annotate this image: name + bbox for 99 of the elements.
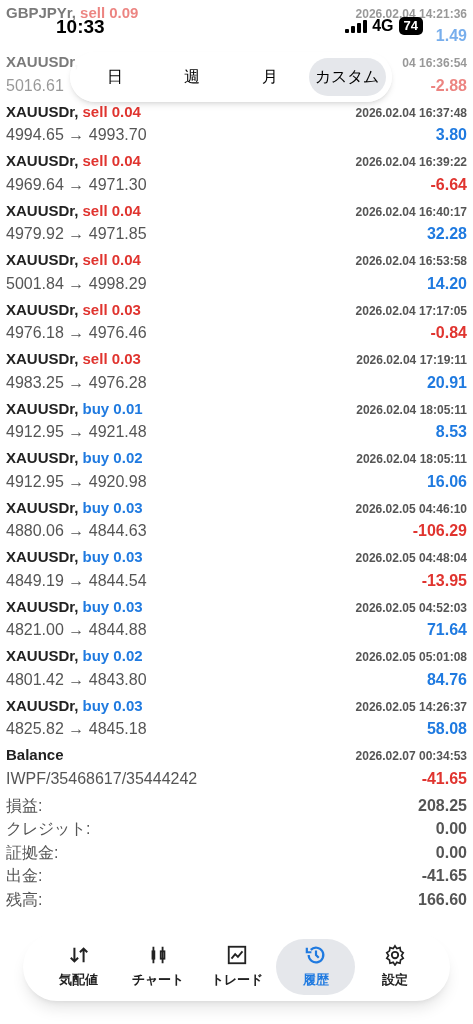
battery-indicator: 74 [398,17,423,35]
price-range: 4912.95 → 4921.48 [6,422,147,442]
symbol-label: XAUUSDr, [6,299,79,320]
order-type-label: buy 0.03 [82,547,143,567]
profit-value: 8.53 [435,422,467,442]
line-chart-icon [225,944,248,967]
price-range: 4849.19 → 4844.54 [6,570,147,591]
order-type-label: buy 0.03 [82,497,143,518]
deal-time: 2026.02.04 16:53:58 [355,253,467,270]
summary-value: 208.25 [418,795,467,816]
profit-value: -41.65 [421,768,467,789]
symbol-label: XAUUSDr, [6,151,79,171]
symbol-label: XAUUSDr, [6,646,79,666]
summary-value: 0.00 [435,842,467,863]
symbol-label: XAUUSDr, [6,200,79,221]
profit-value: 32.28 [426,224,467,244]
signal-icon [345,19,368,33]
price-range: 4969.64 → 4971.30 [6,174,147,195]
deal-time: 2026.02.04 17:17:05 [355,302,467,320]
symbol-label: XAUUSDr, [6,448,79,468]
deal-time: 2026.02.04 17:19:11 [356,352,467,369]
deal-time: 2026.02.04 18:05:11 [356,451,467,468]
summary-label: 残高: [6,889,43,910]
order-type-label: sell 0.03 [82,349,141,369]
order-type-label: buy 0.01 [82,398,143,419]
summary-label: 出金: [6,866,43,887]
symbol-label: XAUUSDr, [6,52,79,72]
deal-time: 2026.02.05 05:01:08 [355,649,467,666]
order-type-label: sell 0.04 [82,250,141,270]
deal-time: 2026.02.05 04:52:03 [355,599,467,617]
order-type-label: sell 0.04 [82,200,141,221]
deal-time: 2026.02.07 00:34:53 [355,748,467,765]
nav-tab[interactable]: トレード [197,939,276,995]
profit-value: -13.95 [421,570,467,591]
symbol-label: Balance [6,745,64,765]
profit-value: -0.84 [430,323,467,343]
profit-value: 71.64 [426,620,467,640]
symbol-label: XAUUSDr, [6,349,79,369]
price-range: 4912.95 → 4920.98 [6,471,147,492]
period-tab[interactable]: カスタム [308,58,386,96]
price-range: IWPF/35468617/35444242 [6,768,198,789]
settings-icon [383,944,406,967]
summary-value: 0.00 [435,819,467,840]
price-range: 4979.92 → 4971.85 [6,224,147,244]
order-type-label: sell 0.03 [82,299,141,320]
period-tab[interactable]: 月 [231,58,309,96]
nav-tab[interactable]: チャート [118,939,197,995]
nav-tab[interactable]: 設定 [355,939,434,995]
deal-time: 04 16:36:54 [402,55,467,72]
price-range: 4801.42 → 4843.80 [6,669,147,690]
profit-value: 20.91 [426,372,467,393]
profit-value: -2.88 [430,75,467,96]
price-range: 4976.18 → 4976.46 [6,323,147,343]
nav-tab[interactable]: 気配値 [39,939,118,995]
price-range: 4880.06 → 4844.63 [6,521,147,541]
profit-value: 14.20 [426,273,467,294]
profit-value: 84.76 [426,669,467,690]
deal-time: 2026.02.04 16:37:48 [355,104,467,122]
symbol-label: XAUUSDr, [6,596,79,617]
price-range: 5001.84 → 4998.29 [6,273,147,294]
price-range: 4983.25 → 4976.28 [6,372,147,393]
symbol-label: XAUUSDr, [6,547,79,567]
profit-value: 3.80 [435,125,467,145]
order-type-label: buy 0.02 [82,646,143,666]
profit-value: 58.08 [426,719,467,739]
deal-time: 2026.02.04 18:05:11 [356,401,467,419]
deal-time: 2026.02.05 04:46:10 [355,500,467,518]
deal-time: 2026.02.04 16:40:17 [355,203,467,221]
network-label: 4G [372,17,394,36]
symbol-label: XAUUSDr, [6,497,79,518]
price-range: 4825.82 → 4845.18 [6,719,147,739]
summary-value: -41.65 [421,866,467,887]
summary-label: 証拠金: [6,842,59,863]
summary-value: 166.60 [418,889,467,910]
period-tab[interactable]: 日 [76,58,154,96]
symbol-label: XAUUSDr, [6,250,79,270]
price-range: 5016.61 [6,75,64,96]
summary-label: クレジット: [6,819,91,840]
order-type-label: sell 0.04 [82,101,141,122]
period-tab[interactable]: 週 [153,58,231,96]
summary-label: 損益: [6,795,43,816]
order-type-label: sell 0.04 [82,151,141,171]
profit-value: 1.49 [435,26,467,46]
deal-time: 2026.02.04 16:39:22 [355,154,467,171]
profit-value: 16.06 [426,471,467,492]
symbol-label: XAUUSDr, [6,398,79,419]
order-type-label: buy 0.03 [82,695,143,716]
order-type-label: buy 0.02 [82,448,143,468]
order-type-label: sell 0.09 [80,2,139,21]
profit-value: -6.64 [430,174,467,195]
order-type-label: buy 0.03 [82,596,143,617]
deal-time: 2026.02.05 14:26:37 [355,698,467,716]
price-range: 4821.00 → 4844.88 [6,620,147,640]
profit-value: -106.29 [412,521,467,541]
deal-time: 2026.02.05 04:48:04 [355,550,467,567]
symbol-label: XAUUSDr, [6,695,79,716]
symbol-label: XAUUSDr, [6,101,79,122]
price-range: 4994.65 → 4993.70 [6,125,147,145]
nav-tab[interactable]: 履歴 [276,939,355,995]
